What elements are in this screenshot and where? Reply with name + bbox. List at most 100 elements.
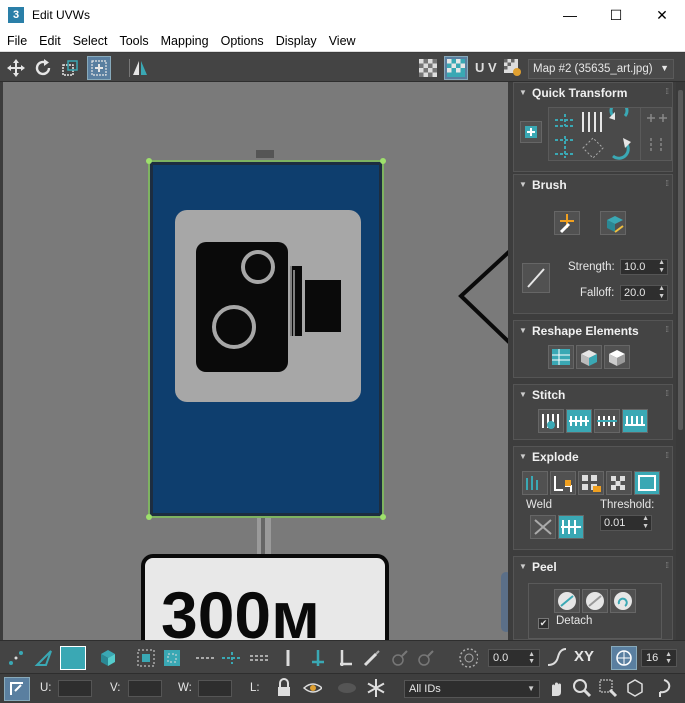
grip-icon[interactable]: ⁞⁞ xyxy=(666,389,670,398)
w-field[interactable] xyxy=(198,680,232,697)
map-settings-icon[interactable] xyxy=(501,56,525,80)
maximize-button[interactable]: ☐ xyxy=(593,0,639,30)
grip-icon[interactable]: ⁞⁞ xyxy=(666,87,670,96)
spinner-arrows-icon[interactable]: ▲ ▼ xyxy=(665,651,672,665)
menu-display[interactable]: Display xyxy=(270,34,323,48)
zoom-region-icon[interactable] xyxy=(598,678,618,698)
angle-spinner[interactable]: 0.0 ▲ ▼ xyxy=(488,649,540,667)
weld-all-icon[interactable] xyxy=(634,471,660,495)
grip-icon[interactable]: ⁞⁞ xyxy=(666,179,670,188)
soft-select-icon[interactable] xyxy=(546,648,566,668)
collapse-arrow-icon[interactable]: ▼ xyxy=(519,452,527,461)
menu-mapping[interactable]: Mapping xyxy=(155,34,215,48)
map-select[interactable]: Map #2 (35635_art.jpg) ▼ xyxy=(528,59,674,79)
collapse-arrow-icon[interactable]: ▼ xyxy=(519,88,527,97)
menu-tools[interactable]: Tools xyxy=(113,34,154,48)
collapse-arrow-icon[interactable]: ▼ xyxy=(519,180,527,189)
paint-select-icon[interactable] xyxy=(362,648,382,668)
explode-title[interactable]: Explode xyxy=(532,450,579,464)
menu-file[interactable]: File xyxy=(0,34,33,48)
v-field[interactable] xyxy=(128,680,162,697)
menu-edit[interactable]: Edit xyxy=(33,34,67,48)
collapse-arrow-icon[interactable]: ▼ xyxy=(519,326,527,335)
close-button[interactable]: ✕ xyxy=(639,0,685,30)
lasso-icon[interactable] xyxy=(654,678,674,698)
ring-icon[interactable] xyxy=(278,648,298,668)
zoom-extents-icon[interactable] xyxy=(624,678,644,698)
panel-scroll-thumb[interactable] xyxy=(678,90,683,430)
shrink-select-icon[interactable] xyxy=(162,648,182,668)
brush-title[interactable]: Brush xyxy=(532,178,567,192)
menu-select[interactable]: Select xyxy=(67,34,114,48)
peel-title[interactable]: Peel xyxy=(532,560,557,574)
loop-icon[interactable] xyxy=(194,648,218,668)
uv-texture-canvas[interactable]: 300м xyxy=(3,82,508,640)
freeform-icon[interactable] xyxy=(87,56,111,80)
hide-icon[interactable] xyxy=(336,678,356,698)
stitch-custom-icon[interactable] xyxy=(538,409,564,433)
collapse-arrow-icon[interactable]: ▼ xyxy=(519,390,527,399)
falloff-spinner[interactable]: 20.0 ▲ ▼ xyxy=(620,285,668,301)
move-icon[interactable] xyxy=(4,56,28,80)
threshold-spinner[interactable]: 0.01 ▲ ▼ xyxy=(600,515,652,531)
spinner-arrows-icon[interactable]: ▲ ▼ xyxy=(528,651,535,665)
vertex-select-icon[interactable] xyxy=(6,648,26,668)
stitch-to-source-icon[interactable] xyxy=(622,409,648,433)
grip-icon[interactable]: ⁞⁞ xyxy=(666,325,670,334)
paint-shrink-icon[interactable] xyxy=(416,648,436,668)
lock-icon[interactable] xyxy=(274,678,294,698)
set-pivot-icon[interactable] xyxy=(520,121,542,143)
menu-options[interactable]: Options xyxy=(215,34,270,48)
uv-label[interactable]: U V xyxy=(475,60,497,75)
relax-icon[interactable] xyxy=(576,345,602,369)
element-select-icon[interactable] xyxy=(98,648,118,668)
detach-checkbox[interactable]: ✔ xyxy=(538,618,549,629)
grid-snap-icon[interactable] xyxy=(611,646,637,670)
align-tools-extra[interactable] xyxy=(640,107,672,161)
show-map-icon[interactable] xyxy=(444,56,468,80)
show-hidden-edges-icon[interactable] xyxy=(302,678,322,698)
relax-brush-icon[interactable] xyxy=(600,211,626,235)
strength-spinner[interactable]: 10.0 ▲ ▼ xyxy=(620,259,668,275)
ring-shrink-icon[interactable] xyxy=(336,648,356,668)
paint-grow-icon[interactable] xyxy=(390,648,410,668)
face-select-icon[interactable] xyxy=(60,646,86,670)
weld-target-icon[interactable] xyxy=(558,515,584,539)
reset-peel-icon[interactable] xyxy=(610,589,636,613)
rotate-icon[interactable] xyxy=(31,56,55,80)
break-icon[interactable] xyxy=(522,471,548,495)
material-id-select[interactable]: All IDs ▼ xyxy=(404,680,540,698)
grid-spinner[interactable]: 16 ▲ ▼ xyxy=(641,649,677,667)
spinner-arrows-icon[interactable]: ▲ ▼ xyxy=(658,285,665,301)
xy-label[interactable]: XY xyxy=(574,648,594,665)
reshape-title[interactable]: Reshape Elements xyxy=(532,324,639,338)
explode-checker-icon[interactable] xyxy=(606,471,632,495)
edge-select-icon[interactable] xyxy=(34,648,54,668)
pan-icon[interactable] xyxy=(546,678,566,698)
relax-by-angle-icon[interactable] xyxy=(604,345,630,369)
stitch-average-icon[interactable] xyxy=(594,409,620,433)
straighten-icon[interactable] xyxy=(548,345,574,369)
loop-grow-icon[interactable] xyxy=(220,648,244,668)
collapse-arrow-icon[interactable]: ▼ xyxy=(519,562,527,571)
peel-mode-icon[interactable] xyxy=(582,589,608,613)
grip-icon[interactable]: ⁞⁞ xyxy=(666,561,670,570)
loop-shrink-icon[interactable] xyxy=(248,648,272,668)
checker-icon[interactable] xyxy=(416,56,440,80)
detach-edge-icon[interactable] xyxy=(550,471,576,495)
uv-viewport[interactable]: 300м xyxy=(0,82,508,640)
quick-peel-icon[interactable] xyxy=(554,589,580,613)
stitch-title[interactable]: Stitch xyxy=(532,388,565,402)
flatten-icon[interactable] xyxy=(578,471,604,495)
scale-icon[interactable] xyxy=(58,56,82,80)
brush-stroke-icon[interactable] xyxy=(522,263,550,293)
freeze-icon[interactable] xyxy=(366,678,386,698)
quick-transform-title[interactable]: Quick Transform xyxy=(532,86,627,100)
ring-grow-icon[interactable] xyxy=(308,648,328,668)
mirror-icon[interactable] xyxy=(128,56,152,80)
paint-move-icon[interactable] xyxy=(554,211,580,235)
zoom-icon[interactable] xyxy=(572,678,592,698)
u-field[interactable] xyxy=(58,680,92,697)
grip-icon[interactable]: ⁞⁞ xyxy=(666,451,670,460)
absolute-offset-icon[interactable] xyxy=(4,677,30,701)
